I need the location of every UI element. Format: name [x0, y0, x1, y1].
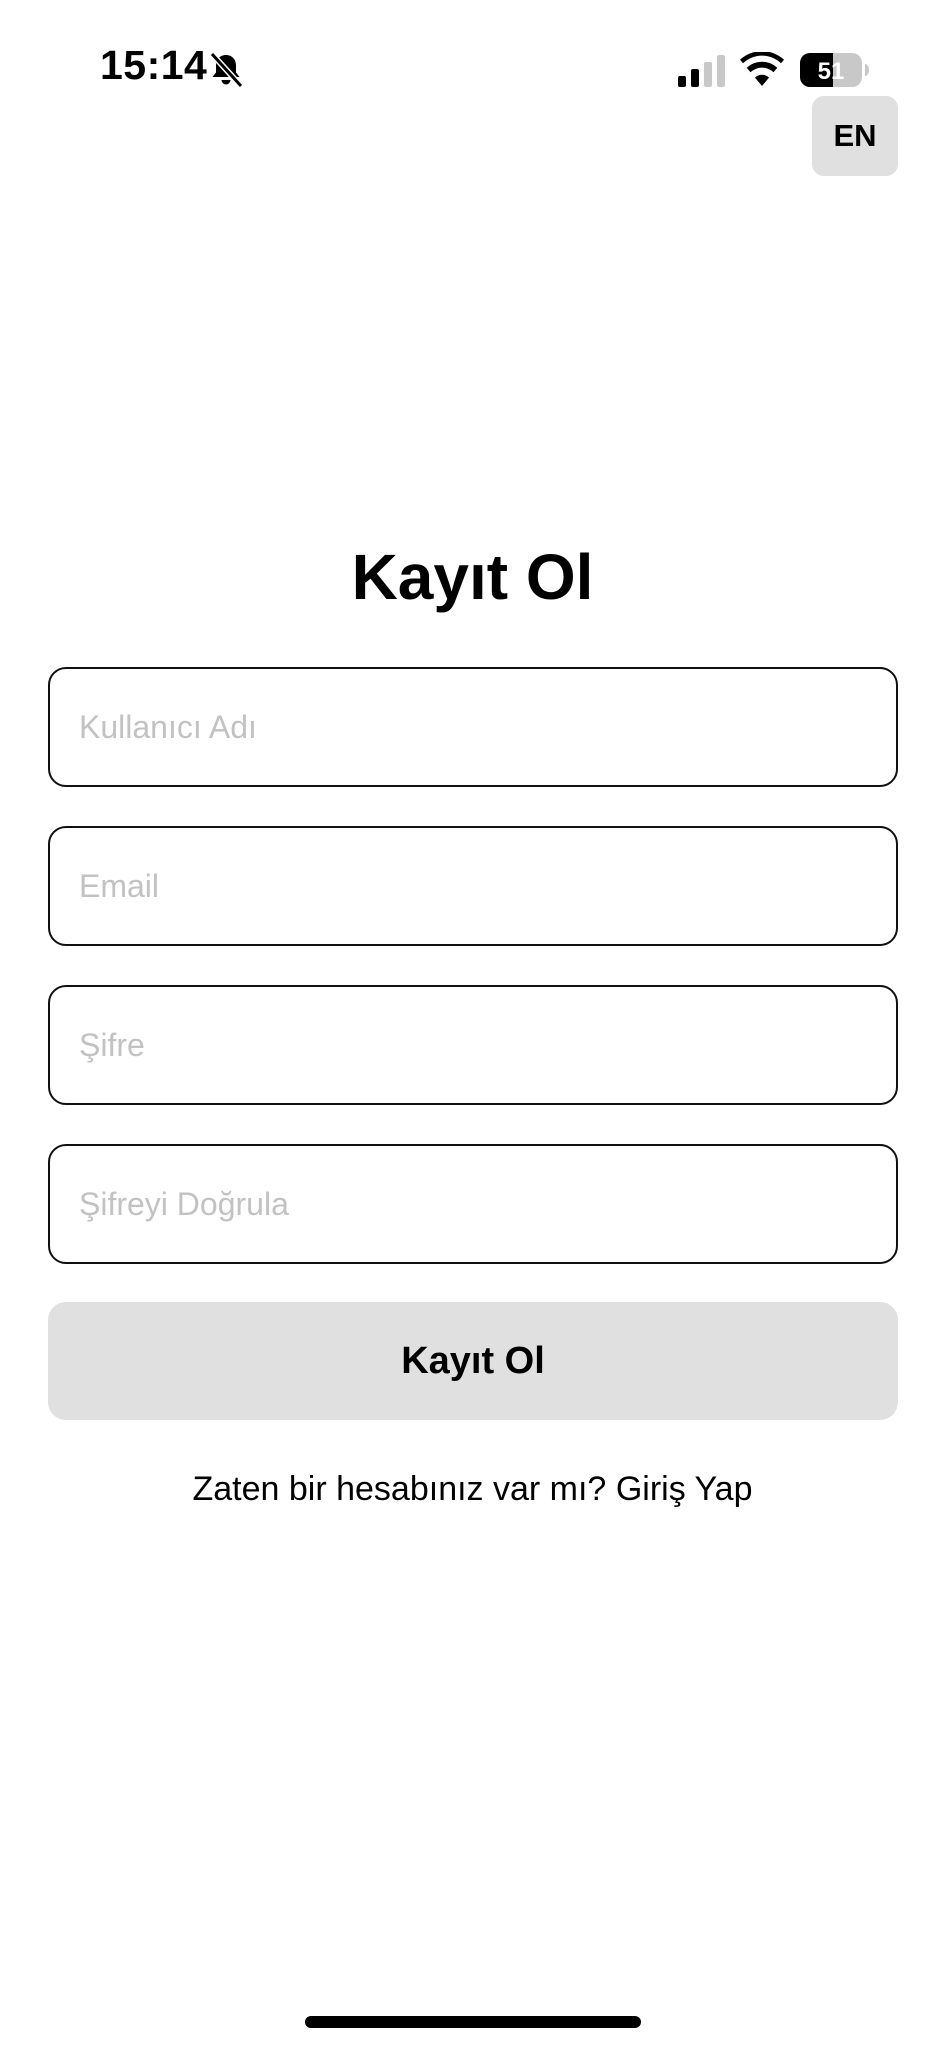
status-time: 15:14: [100, 42, 208, 88]
battery-level: 51: [818, 58, 845, 85]
home-indicator[interactable]: [305, 2016, 641, 2028]
password-input[interactable]: [48, 985, 898, 1105]
page-title: Kayıt Ol: [351, 541, 594, 613]
battery-icon: 51: [800, 53, 869, 87]
status-bar: 15:14 51: [0, 0, 945, 140]
language-toggle-button[interactable]: EN: [812, 96, 898, 176]
login-link[interactable]: Giriş Yap: [616, 1470, 753, 1508]
username-input[interactable]: [48, 667, 898, 787]
bell-slash-icon: [209, 51, 244, 89]
cellular-signal-icon: [678, 55, 725, 87]
email-input[interactable]: [48, 826, 898, 946]
confirm-password-input[interactable]: [48, 1144, 898, 1264]
login-prompt: Zaten bir hesabınız var mı? Giriş Yap: [0, 1470, 945, 1509]
login-prompt-text: Zaten bir hesabınız var mı?: [192, 1470, 607, 1508]
register-button[interactable]: Kayıt Ol: [48, 1302, 898, 1420]
wifi-icon: [740, 52, 784, 86]
